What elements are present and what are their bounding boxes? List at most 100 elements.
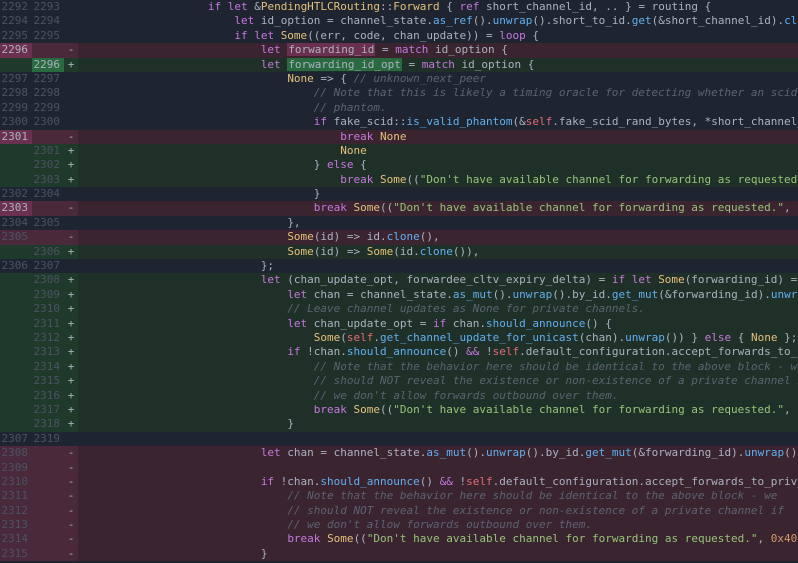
diff-line: 2315- } [0, 547, 798, 561]
line-number-new: 2297 [32, 72, 64, 86]
line-number-new: 2313 [32, 345, 64, 359]
diff-marker [64, 29, 78, 43]
diff-marker: - [64, 489, 78, 503]
diff-marker [64, 0, 78, 14]
diff-marker [64, 187, 78, 201]
line-number-new: 2301 [32, 144, 64, 158]
line-number-new [32, 201, 64, 215]
diff-line: 2301- break None [0, 130, 798, 144]
line-number-old [0, 417, 32, 431]
line-number-old [0, 144, 32, 158]
diff-line: 2308+ let (chan_update_opt, forwardee_cl… [0, 273, 798, 287]
diff-marker: + [64, 245, 78, 259]
line-number-new: 2315 [32, 374, 64, 388]
code-content: // Note that the behavior here should be… [78, 360, 798, 374]
diff-marker: + [64, 345, 78, 359]
line-number-new [32, 547, 64, 561]
diff-marker: - [64, 461, 78, 475]
diff-marker: + [64, 288, 78, 302]
line-number-old [0, 173, 32, 187]
code-content: }; [78, 259, 798, 273]
line-number-old: 2297 [0, 72, 32, 86]
line-number-new: 2307 [32, 259, 64, 273]
code-content: // Note that the behavior here should be… [78, 489, 798, 503]
line-number-old: 2299 [0, 101, 32, 115]
line-number-new: 2300 [32, 115, 64, 129]
diff-marker [64, 216, 78, 230]
code-content: // Note that this is likely a timing ora… [78, 86, 798, 100]
diff-marker: - [64, 475, 78, 489]
line-number-new: 2302 [32, 158, 64, 172]
diff-line: 2312+ Some(self.get_channel_update_for_u… [0, 331, 798, 345]
diff-line: 2309 - [0, 461, 798, 475]
diff-line: 2309+ let chan = channel_state.as_mut().… [0, 288, 798, 302]
line-number-new: 2304 [32, 187, 64, 201]
line-number-new [32, 489, 64, 503]
line-number-new: 2318 [32, 417, 64, 431]
code-content: }, [78, 216, 798, 230]
diff-line: 2313+ if !chan.should_announce() && !sel… [0, 345, 798, 359]
code-content [78, 461, 798, 475]
line-number-new: 2293 [32, 0, 64, 14]
line-number-new: 2298 [32, 86, 64, 100]
line-number-new: 2314 [32, 360, 64, 374]
code-content: } [78, 187, 798, 201]
diff-line: 23042305 }, [0, 216, 798, 230]
line-number-old [0, 58, 32, 72]
line-number-old [0, 273, 32, 287]
diff-marker: - [64, 532, 78, 546]
diff-line: 2306+ Some(id) => Some(id.clone()), [0, 245, 798, 259]
diff-marker [64, 72, 78, 86]
code-content: None [78, 144, 798, 158]
line-number-old [0, 331, 32, 345]
line-number-old: 2295 [0, 29, 32, 43]
code-content: break Some(("Don't have available channe… [78, 532, 798, 546]
line-number-new: 2306 [32, 245, 64, 259]
diff-marker: - [64, 547, 78, 561]
diff-line: 2302+ } else { [0, 158, 798, 172]
code-content: break Some(("Don't have available channe… [78, 403, 798, 417]
diff-line: 22922293 if let &PendingHTLCRouting::For… [0, 0, 798, 14]
code-content: let (chan_update_opt, forwardee_cltv_exp… [78, 273, 798, 287]
line-number-new: 2309 [32, 288, 64, 302]
diff-line: 22942294 let id_option = channel_state.a… [0, 14, 798, 28]
line-number-old: 2310 [0, 475, 32, 489]
line-number-new: 2294 [32, 14, 64, 28]
line-number-old [0, 345, 32, 359]
diff-marker: - [64, 43, 78, 57]
diff-line: 23072319 [0, 432, 798, 446]
line-number-old: 2309 [0, 461, 32, 475]
line-number-old: 2314 [0, 532, 32, 546]
line-number-old: 2296 [0, 43, 32, 57]
diff-line: 2305- Some(id) => id.clone(), [0, 230, 798, 244]
line-number-old: 2307 [0, 432, 32, 446]
diff-marker [64, 115, 78, 129]
line-number-old: 2305 [0, 230, 32, 244]
diff-line: 2312- // should NOT reveal the existence… [0, 504, 798, 518]
diff-marker: + [64, 374, 78, 388]
code-content: Some(id) => Some(id.clone()), [78, 245, 798, 259]
line-number-new: 2311 [32, 317, 64, 331]
diff-marker: - [64, 201, 78, 215]
diff-marker: + [64, 360, 78, 374]
line-number-new: 2310 [32, 302, 64, 316]
code-content: if fake_scid::is_valid_phantom(&self.fak… [78, 115, 798, 129]
diff-marker: + [64, 173, 78, 187]
line-number-old [0, 317, 32, 331]
code-content: break None [78, 130, 798, 144]
line-number-new [32, 532, 64, 546]
code-content [78, 432, 798, 446]
line-number-new [32, 230, 64, 244]
diff-marker: - [64, 130, 78, 144]
diff-marker: + [64, 389, 78, 403]
diff-line: 2311+ let chan_update_opt = if chan.shou… [0, 317, 798, 331]
line-number-old: 2311 [0, 489, 32, 503]
diff-line: 2318+ } [0, 417, 798, 431]
diff-line: 2296+ let forwarding_id_opt = match id_o… [0, 58, 798, 72]
code-content: // Leave channel updates as None for pri… [78, 302, 798, 316]
line-number-old: 2292 [0, 0, 32, 14]
line-number-new: 2296 [32, 58, 64, 72]
line-number-old: 2300 [0, 115, 32, 129]
line-number-new [32, 518, 64, 532]
line-number-old [0, 245, 32, 259]
